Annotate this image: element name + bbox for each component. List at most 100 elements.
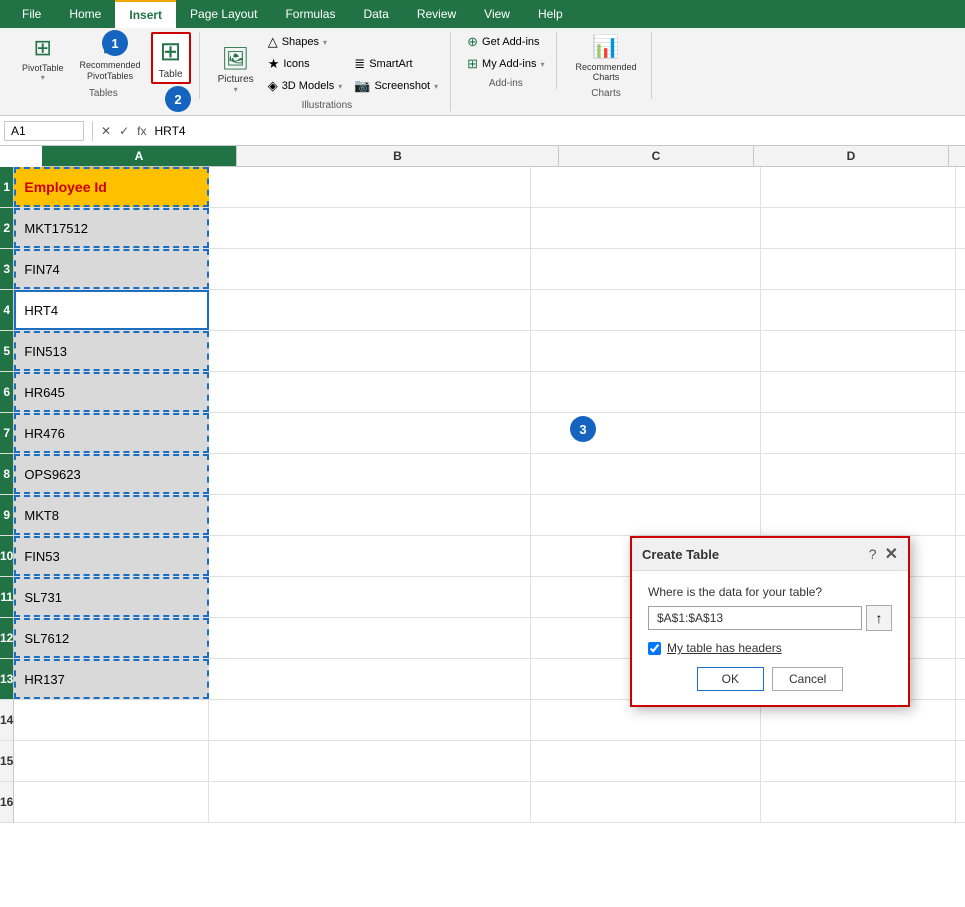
cell-b2[interactable] — [209, 208, 531, 248]
get-add-ins-button[interactable]: ⊕ Get Add-ins — [463, 32, 548, 52]
cell-b3[interactable] — [209, 249, 531, 289]
cell-a7[interactable]: HR476 — [14, 413, 209, 453]
cell-d6[interactable] — [761, 372, 956, 412]
dialog-ok-button[interactable]: OK — [697, 667, 764, 691]
cell-d15[interactable] — [761, 741, 956, 781]
pivot-table-button[interactable]: ⊞ PivotTable ▾ — [16, 33, 70, 84]
cell-e14[interactable] — [956, 700, 965, 740]
cell-e8[interactable] — [956, 454, 965, 494]
row-num-10[interactable]: 10 — [0, 536, 13, 577]
cell-b5[interactable] — [209, 331, 531, 371]
cell-a15[interactable] — [14, 741, 209, 781]
cell-d3[interactable] — [761, 249, 956, 289]
cell-b4[interactable] — [209, 290, 531, 330]
cell-e2[interactable] — [956, 208, 965, 248]
row-num-5[interactable]: 5 — [0, 331, 13, 372]
smartart-button[interactable]: ≣ SmartArt — [350, 54, 442, 74]
cell-d1[interactable] — [761, 167, 956, 207]
cell-c9[interactable] — [531, 495, 761, 535]
row-num-3[interactable]: 3 — [0, 249, 13, 290]
shapes-button[interactable]: △ Shapes ▾ — [264, 32, 347, 52]
cell-c7[interactable] — [531, 413, 761, 453]
cell-a8[interactable]: OPS9623 — [14, 454, 209, 494]
dialog-range-picker-button[interactable]: ↑ — [866, 605, 892, 631]
tab-view[interactable]: View — [470, 1, 524, 27]
row-num-16[interactable]: 16 — [0, 782, 13, 823]
cell-b16[interactable] — [209, 782, 531, 822]
col-header-a[interactable]: A — [42, 146, 237, 166]
row-num-8[interactable]: 8 — [0, 454, 13, 495]
cell-a6[interactable]: HR645 — [14, 372, 209, 412]
cell-a14[interactable] — [14, 700, 209, 740]
3d-models-button[interactable]: ◈ 3D Models ▾ — [264, 76, 347, 96]
cell-b7[interactable] — [209, 413, 531, 453]
tab-data[interactable]: Data — [349, 1, 402, 27]
cell-e9[interactable] — [956, 495, 965, 535]
cell-a4[interactable]: HRT4 — [14, 290, 209, 330]
cell-d8[interactable] — [761, 454, 956, 494]
tab-file[interactable]: File — [8, 1, 55, 27]
cell-b10[interactable] — [209, 536, 531, 576]
cell-b15[interactable] — [209, 741, 531, 781]
insert-function-button[interactable]: fx — [133, 122, 150, 140]
cell-d4[interactable] — [761, 290, 956, 330]
cell-e7[interactable] — [956, 413, 965, 453]
row-num-2[interactable]: 2 — [0, 208, 13, 249]
pictures-button[interactable]: 🖼 Pictures ▾ — [212, 44, 260, 96]
cell-a2[interactable]: MKT17512 — [14, 208, 209, 248]
cell-c16[interactable] — [531, 782, 761, 822]
row-num-15[interactable]: 15 — [0, 741, 13, 782]
tab-review[interactable]: Review — [403, 1, 470, 27]
cell-a9[interactable]: MKT8 — [14, 495, 209, 535]
cell-b13[interactable] — [209, 659, 531, 699]
headers-checkbox[interactable] — [648, 642, 661, 655]
cell-e4[interactable] — [956, 290, 965, 330]
cell-e6[interactable] — [956, 372, 965, 412]
cell-e3[interactable] — [956, 249, 965, 289]
cell-e5[interactable] — [956, 331, 965, 371]
cell-e1[interactable] — [956, 167, 965, 207]
confirm-formula-button[interactable]: ✓ — [115, 122, 133, 140]
cell-e11[interactable] — [956, 577, 965, 617]
row-num-12[interactable]: 12 — [0, 618, 13, 659]
cell-b12[interactable] — [209, 618, 531, 658]
cell-c4[interactable] — [531, 290, 761, 330]
row-num-4[interactable]: 4 — [0, 290, 13, 331]
cell-b8[interactable] — [209, 454, 531, 494]
tab-formulas[interactable]: Formulas — [271, 1, 349, 27]
row-num-9[interactable]: 9 — [0, 495, 13, 536]
cell-d5[interactable] — [761, 331, 956, 371]
col-header-b[interactable]: B — [237, 146, 559, 166]
cell-d2[interactable] — [761, 208, 956, 248]
cell-e16[interactable] — [956, 782, 965, 822]
cell-c1[interactable] — [531, 167, 761, 207]
cell-a13[interactable]: HR137 — [14, 659, 209, 699]
cell-c3[interactable] — [531, 249, 761, 289]
row-num-13[interactable]: 13 — [0, 659, 13, 700]
cell-c6[interactable] — [531, 372, 761, 412]
cell-a3[interactable]: FIN74 — [14, 249, 209, 289]
row-num-14[interactable]: 14 — [0, 700, 13, 741]
cell-e13[interactable] — [956, 659, 965, 699]
formula-input[interactable] — [150, 122, 961, 140]
cell-b1[interactable] — [209, 167, 531, 207]
cell-e15[interactable] — [956, 741, 965, 781]
my-add-ins-button[interactable]: ⊞ My Add-ins ▾ — [463, 54, 548, 74]
cell-d7[interactable] — [761, 413, 956, 453]
row-num-6[interactable]: 6 — [0, 372, 13, 413]
row-num-7[interactable]: 7 — [0, 413, 13, 454]
row-num-1[interactable]: 1 — [0, 167, 13, 208]
col-header-e[interactable]: E — [949, 146, 965, 166]
cell-c15[interactable] — [531, 741, 761, 781]
cell-a16[interactable] — [14, 782, 209, 822]
cell-a11[interactable]: SL731 — [14, 577, 209, 617]
cell-b6[interactable] — [209, 372, 531, 412]
cell-a12[interactable]: SL7612 — [14, 618, 209, 658]
tab-help[interactable]: Help — [524, 1, 577, 27]
cancel-formula-button[interactable]: ✕ — [97, 122, 115, 140]
cell-b11[interactable] — [209, 577, 531, 617]
cell-a5[interactable]: FIN513 — [14, 331, 209, 371]
cell-b14[interactable] — [209, 700, 531, 740]
dialog-cancel-button[interactable]: Cancel — [772, 667, 843, 691]
col-header-c[interactable]: C — [559, 146, 754, 166]
